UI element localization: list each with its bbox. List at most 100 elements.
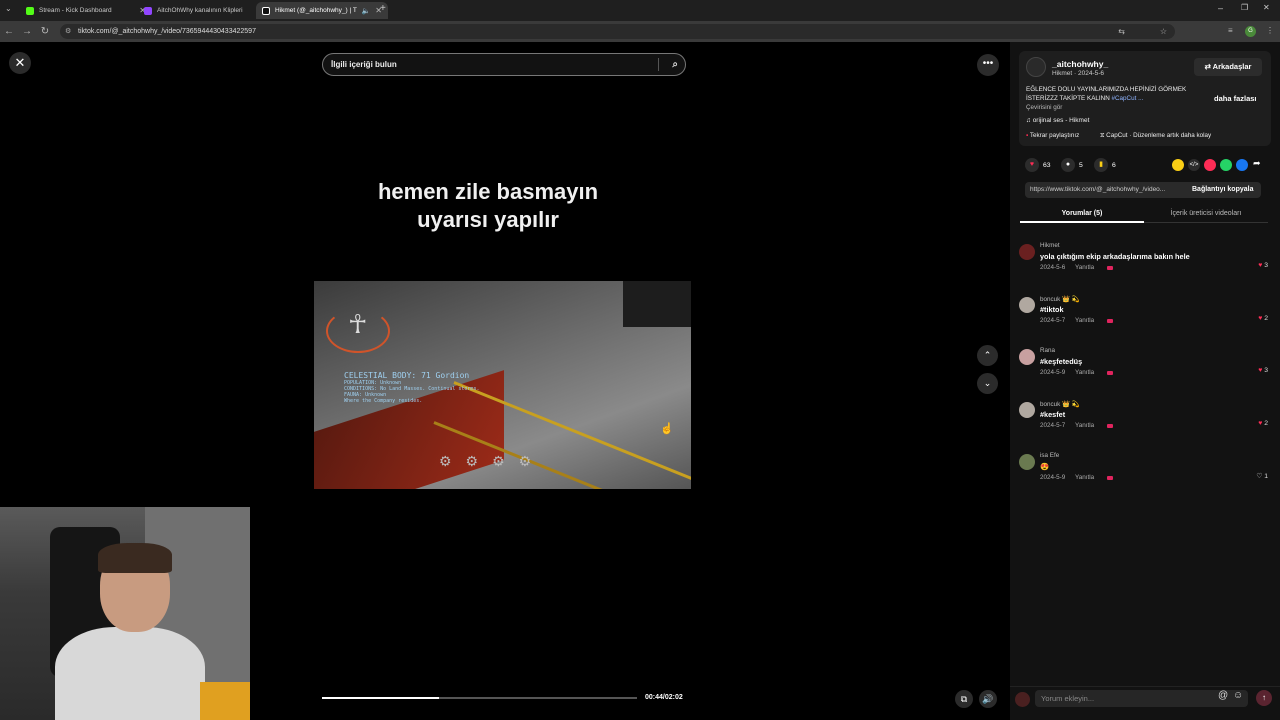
like-button[interactable]: ♥ 63: [1025, 158, 1051, 172]
capcut-label: CapCut · Düzenleme artık daha kolay: [1106, 132, 1212, 139]
search-placeholder: İlgili içeriği bulun: [331, 60, 397, 69]
mouse-cursor-icon: ☝: [660, 423, 674, 435]
url-field[interactable]: ⚙ tiktok.com/@_aitchohwhy_/video/7365944…: [60, 24, 1175, 39]
embed-icon[interactable]: </>: [1188, 159, 1200, 171]
share-friends-icon[interactable]: [1172, 159, 1184, 171]
comment-like-button[interactable]: ♥ 2: [1258, 420, 1268, 427]
hud-line: Where the Company resides.: [344, 398, 423, 404]
music-link[interactable]: ♫ orijinal ses - Hikmet: [1026, 117, 1089, 124]
send-icon[interactable]: [1204, 159, 1216, 171]
capcut-link[interactable]: ⧖ CapCut · Düzenleme artık daha kolay: [1100, 132, 1211, 140]
search-divider: [658, 58, 659, 71]
tab-twitch[interactable]: AitchOhWhy kanalının Klipleri ✕: [138, 2, 270, 19]
whatsapp-icon[interactable]: [1220, 159, 1232, 171]
save-button[interactable]: ▮ 6: [1094, 158, 1116, 172]
close-video-button[interactable]: ✕: [9, 52, 31, 74]
tab-comments[interactable]: Yorumlar (5): [1020, 204, 1144, 223]
show-more-link[interactable]: daha fazlası: [1214, 94, 1257, 103]
video-progress-bar[interactable]: [322, 697, 637, 699]
search-icon[interactable]: ⌕: [672, 54, 678, 75]
volume-button[interactable]: 🔊: [979, 690, 997, 708]
tab-kick[interactable]: Stream - Kick Dashboard ✕: [20, 2, 152, 19]
browser-tab-bar: ⌄ Stream - Kick Dashboard ✕ AitchOhWhy k…: [0, 0, 1280, 21]
facebook-icon[interactable]: [1236, 159, 1248, 171]
tab-tiktok[interactable]: Hikmet (@_aitchohwhy_) | T 🔈 ✕: [256, 2, 388, 19]
comment-item: isa Efe 😍 2024-5-9 Yanıtla ♡ 1: [1019, 452, 1271, 502]
commenter-avatar[interactable]: [1019, 244, 1035, 260]
creator-liked-icon: [1107, 266, 1113, 270]
translate-link[interactable]: Çevirisini gör: [1026, 104, 1062, 111]
reply-button[interactable]: Yanıtla: [1075, 369, 1094, 376]
translate-icon[interactable]: ⇆: [1118, 24, 1125, 39]
back-icon[interactable]: ←: [0, 26, 18, 37]
comment-like-button[interactable]: ♡ 1: [1256, 472, 1268, 480]
heart-icon: ♥: [1258, 420, 1263, 427]
bookmark-star-icon[interactable]: ☆: [1160, 24, 1167, 39]
commenter-avatar[interactable]: [1019, 297, 1035, 313]
previous-video-button[interactable]: ⌃: [977, 345, 998, 366]
send-comment-button[interactable]: ↑: [1256, 690, 1272, 706]
description-hashtag[interactable]: #CapCut ...: [1112, 95, 1144, 102]
profile-avatar[interactable]: G: [1245, 26, 1256, 37]
commenter-avatar[interactable]: [1019, 454, 1035, 470]
commenter-avatar[interactable]: [1019, 349, 1035, 365]
pip-button[interactable]: ⧉: [955, 690, 973, 708]
reply-button[interactable]: Yanıtla: [1075, 264, 1094, 271]
music-note-icon: ♫: [1026, 117, 1033, 124]
reply-button[interactable]: Yanıtla: [1075, 422, 1094, 429]
forward-icon[interactable]: →: [18, 26, 36, 37]
search-input[interactable]: İlgili içeriği bulun ⌕: [322, 53, 686, 76]
comment-icon: ●: [1061, 158, 1075, 172]
comment-like-button[interactable]: ♥ 2: [1258, 315, 1268, 322]
comment-date: 2024-5-9: [1040, 369, 1066, 376]
caption-line-2: uyarısı yapılır: [417, 207, 559, 232]
tiktok-icon: [262, 6, 270, 15]
webcam-object: [200, 682, 250, 720]
tab-creator-videos[interactable]: İçerik üreticisi videoları: [1144, 204, 1268, 223]
reply-button[interactable]: Yanıtla: [1075, 317, 1094, 324]
heart-icon: ♥: [1258, 262, 1263, 269]
hud-line: CELESTIAL BODY: 71 Gordion: [344, 371, 470, 380]
friends-button[interactable]: ⇄ Arkadaşlar: [1194, 58, 1262, 76]
save-count: 6: [1112, 161, 1116, 169]
comment-like-button[interactable]: ♥ 3: [1258, 367, 1268, 374]
comment-like-count: 1: [1264, 473, 1268, 480]
emoji-icon[interactable]: ☺: [1233, 690, 1243, 701]
author-avatar[interactable]: [1026, 57, 1046, 77]
menu-icon[interactable]: ⋮: [1266, 26, 1274, 35]
site-info-icon[interactable]: ⚙: [65, 24, 71, 39]
tab-search-icon[interactable]: ⌄: [5, 4, 12, 13]
copy-link-button[interactable]: Bağlantıyı kopyala: [1192, 182, 1253, 198]
comment-text: 😍: [1040, 462, 1050, 471]
commenter-name[interactable]: isa Efe: [1040, 452, 1059, 459]
share-arrow-icon[interactable]: ➦: [1253, 158, 1261, 169]
author-username[interactable]: _aitchohwhy_: [1052, 59, 1108, 69]
commenter-name[interactable]: Rana: [1040, 347, 1055, 354]
friends-icon: ⇄: [1204, 62, 1213, 71]
speaker-icon[interactable]: 🔈: [362, 7, 371, 15]
next-video-button[interactable]: ⌄: [977, 373, 998, 394]
comment-like-button[interactable]: ♥ 3: [1258, 262, 1268, 269]
extensions-icon[interactable]: ≡: [1228, 26, 1233, 35]
reload-icon[interactable]: ↻: [36, 26, 54, 37]
comment-item: Hikmet yola çıktığım ekip arkadaşlarıma b…: [1019, 242, 1271, 292]
reply-button[interactable]: Yanıtla: [1075, 474, 1094, 481]
more-options-button[interactable]: •••: [977, 54, 999, 76]
minimize-button[interactable]: –: [1218, 3, 1223, 13]
video-caption: hemen zile basmayın uyarısı yapılır: [314, 178, 662, 234]
commenter-name[interactable]: Hikmet: [1040, 242, 1060, 249]
maximize-button[interactable]: ❐: [1241, 3, 1248, 12]
window-close-button[interactable]: ✕: [1263, 3, 1270, 12]
commenter-name[interactable]: boncuk 👑 💫: [1040, 295, 1080, 303]
video-time: 00:44/02:02: [645, 694, 683, 701]
commenter-name[interactable]: boncuk 👑 💫: [1040, 400, 1080, 408]
comment-input[interactable]: Yorum ekleyin...: [1035, 690, 1248, 707]
new-tab-button[interactable]: +: [380, 3, 386, 14]
commenter-avatar[interactable]: [1019, 402, 1035, 418]
url-text: tiktok.com/@_aitchohwhy_/video/736594443…: [78, 28, 256, 35]
comment-button[interactable]: ● 5: [1061, 158, 1083, 172]
comment-text: #tiktok: [1040, 305, 1064, 314]
mention-icon[interactable]: @: [1218, 690, 1228, 701]
comment-item: Rana #keşfetedüş 2024-5-9 Yanıtla ♥ 3: [1019, 347, 1271, 397]
like-count: 63: [1043, 161, 1051, 169]
